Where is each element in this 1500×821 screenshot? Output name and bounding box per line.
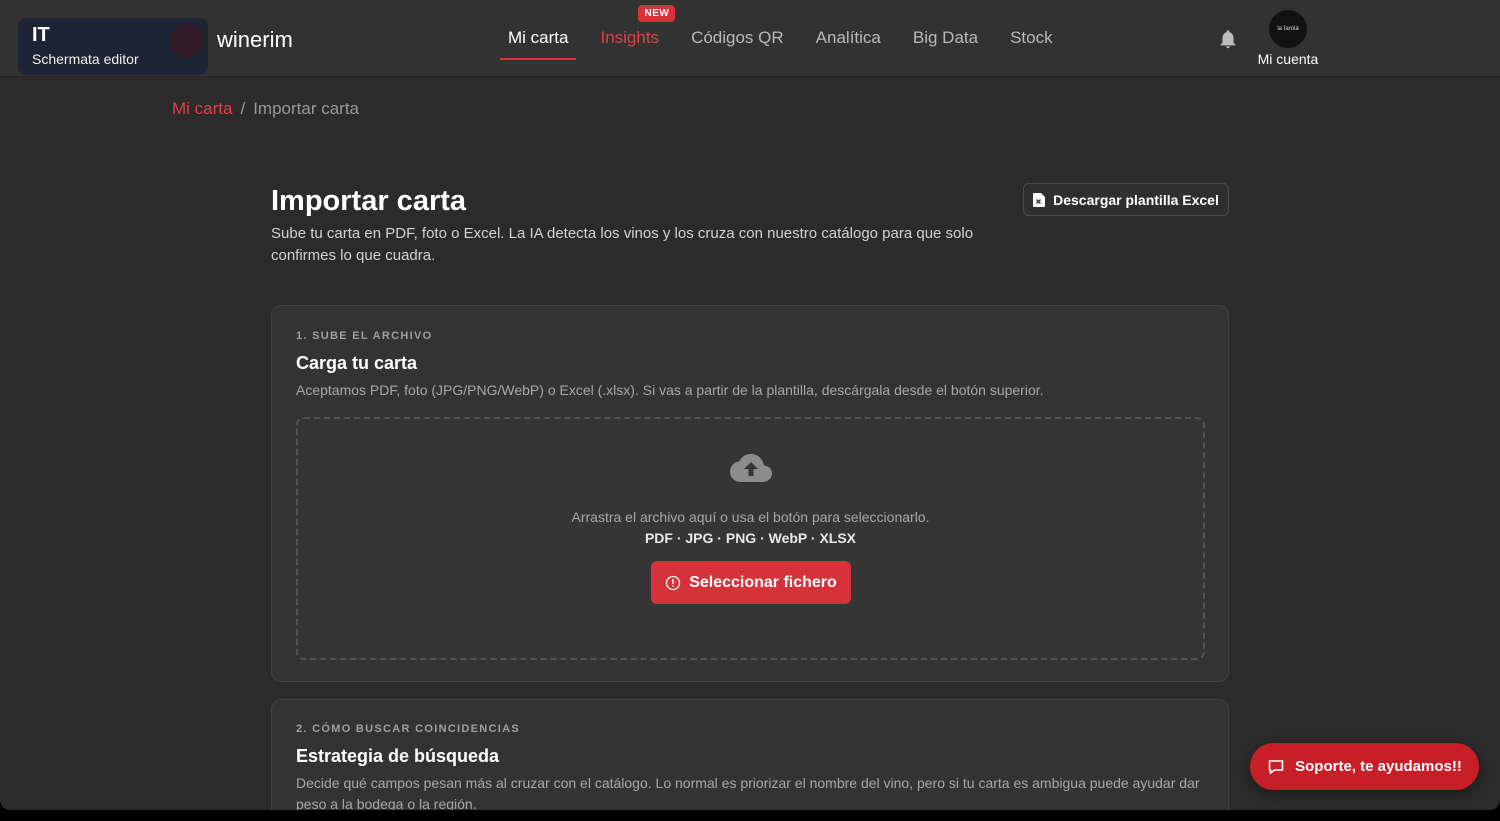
editor-screen-label: Schermata editor xyxy=(32,51,139,67)
chat-icon xyxy=(1268,759,1284,775)
account-menu[interactable]: la farola Mi cuenta xyxy=(1252,10,1324,67)
support-chat-button[interactable]: Soporte, te ayudamos!! xyxy=(1250,743,1479,790)
accepted-formats: PDF · JPG · PNG · WebP · XLSX xyxy=(644,530,857,546)
support-label: Soporte, te ayudamos!! xyxy=(1295,758,1462,775)
app-window: IT Schermata editor winerim Mi carta Ins… xyxy=(0,0,1500,810)
card-description: Aceptamos PDF, foto (JPG/PNG/WebP) o Exc… xyxy=(296,382,1044,398)
search-strategy-card: 2. CÓMO BUSCAR COINCIDENCIAS Estrategia … xyxy=(271,699,1229,810)
upload-card: 1. SUBE EL ARCHIVO Carga tu carta Acepta… xyxy=(271,305,1229,682)
drop-instructions: Arrastra el archivo aquí o usa el botón … xyxy=(571,509,930,525)
nav-item-big-data[interactable]: Big Data xyxy=(905,28,986,60)
alert-circle-icon xyxy=(666,575,681,590)
top-navbar: IT Schermata editor winerim Mi carta Ins… xyxy=(0,0,1500,77)
avatar-logo-text: la farola xyxy=(1277,26,1299,32)
card-title: Estrategia de búsqueda xyxy=(296,746,500,766)
download-template-button[interactable]: Descargar plantilla Excel xyxy=(1023,183,1229,216)
brand-name[interactable]: winerim xyxy=(217,27,293,53)
card-description: Decide qué campos pesan más al cruzar co… xyxy=(296,775,1200,810)
file-dropzone[interactable]: Arrastra el archivo aquí o usa el botón … xyxy=(296,417,1205,660)
breadcrumb-separator: / xyxy=(240,99,246,118)
breadcrumb: Mi carta / Importar carta xyxy=(172,99,359,119)
excel-file-icon xyxy=(1033,192,1046,207)
account-label: Mi cuenta xyxy=(1257,51,1319,67)
nav-item-insights[interactable]: Insights NEW xyxy=(592,5,676,60)
card-title: Carga tu carta xyxy=(296,353,418,373)
new-badge: NEW xyxy=(638,5,676,22)
cloud-upload-icon xyxy=(730,454,772,482)
nav-item-stock[interactable]: Stock xyxy=(1002,28,1061,60)
nav-item-mi-carta[interactable]: Mi carta xyxy=(500,28,577,60)
step-label: 2. CÓMO BUSCAR COINCIDENCIAS xyxy=(296,723,521,735)
download-template-label: Descargar plantilla Excel xyxy=(1053,191,1219,208)
select-file-label: Seleccionar fichero xyxy=(689,573,837,591)
step-label: 1. SUBE EL ARCHIVO xyxy=(296,330,433,342)
main-nav: Mi carta Insights NEW Códigos QR Analíti… xyxy=(500,5,1077,60)
logo-icon xyxy=(170,24,204,58)
nav-item-codigos-qr[interactable]: Códigos QR xyxy=(683,28,792,60)
breadcrumb-root-link[interactable]: Mi carta xyxy=(172,99,232,119)
language-editor-badge[interactable]: IT Schermata editor xyxy=(18,18,208,75)
page-description: Sube tu carta en PDF, foto o Excel. La I… xyxy=(271,225,974,264)
select-file-button[interactable]: Seleccionar fichero xyxy=(651,561,851,604)
bell-icon[interactable] xyxy=(1217,28,1239,50)
avatar: la farola xyxy=(1269,10,1307,48)
page-title: Importar carta xyxy=(271,185,467,217)
nav-item-label: Insights xyxy=(600,28,660,47)
breadcrumb-current: Importar carta xyxy=(253,99,360,118)
nav-item-analitica[interactable]: Analítica xyxy=(808,28,889,60)
